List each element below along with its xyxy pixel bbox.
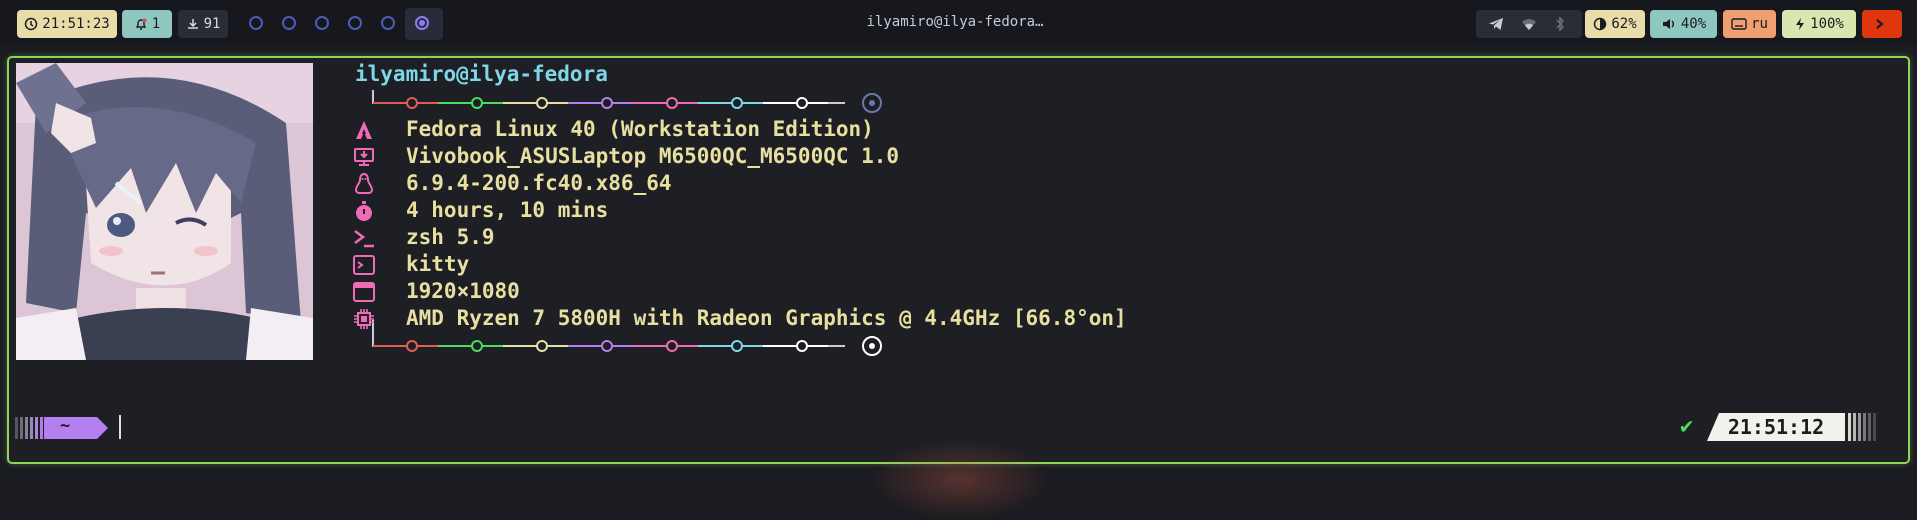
window-title: ilyamiro@ilya-fedora… [866, 14, 1044, 30]
brightness-widget[interactable]: 62% [1585, 10, 1645, 38]
cpu-icon [354, 309, 374, 329]
rail-node [731, 340, 743, 352]
battery-value: 100% [1810, 16, 1844, 32]
top-bar: 21:51:23 1 91 ilyamiro@ilya-fedora… 62% … [0, 0, 1917, 46]
workspace-5[interactable] [381, 16, 395, 30]
wallpaper-glow [870, 440, 1050, 520]
volume-widget[interactable]: 40% [1650, 10, 1717, 38]
cpu-value: AMD Ryzen 7 5800H with Radeon Graphics @… [406, 306, 1127, 330]
brightness-icon [1594, 17, 1607, 31]
telegram-icon[interactable] [1488, 16, 1504, 32]
window-icon [353, 282, 375, 302]
fetch-host: ilyamiro@ilya-fedora [355, 62, 608, 86]
brightness-value: 62% [1611, 16, 1637, 32]
rail-node [731, 97, 743, 109]
shell-value: zsh 5.9 [406, 225, 495, 249]
updates-count: 91 [203, 16, 221, 32]
prompt-time: 21:51:12 [1707, 413, 1845, 441]
stopwatch-icon [356, 201, 372, 221]
status-check-icon: ✔ [1680, 414, 1694, 439]
workspace-2[interactable] [282, 16, 296, 30]
rail-node [536, 340, 548, 352]
avatar-image [16, 63, 313, 360]
rail-node [406, 97, 418, 109]
text-cursor [119, 415, 121, 439]
chevron-right-icon [1876, 19, 1884, 29]
linux-icon [354, 172, 374, 194]
prompt-right-fade [1848, 413, 1876, 441]
bluetooth-icon[interactable] [1554, 16, 1566, 32]
uptime-value: 4 hours, 10 mins [406, 198, 609, 222]
prompt-directory: ~ [60, 416, 71, 436]
power-menu-button[interactable] [1862, 10, 1902, 38]
anime-girl-illustration [16, 63, 313, 360]
rail-node [666, 340, 678, 352]
rail-node [796, 340, 808, 352]
resolution-value: 1920×1080 [406, 279, 520, 303]
battery-widget[interactable]: 100% [1782, 10, 1856, 38]
notifications-widget[interactable]: 1 [122, 10, 172, 38]
workspace-6-active[interactable] [415, 16, 429, 30]
terminal-value: kitty [406, 252, 470, 276]
fedora-icon [356, 121, 372, 139]
updates-widget[interactable]: 91 [178, 10, 228, 38]
clock-widget[interactable]: 21:51:23 [17, 10, 117, 38]
rail-node [471, 97, 483, 109]
rail-node [536, 97, 548, 109]
rail-node [796, 97, 808, 109]
keyboard-icon [1731, 18, 1747, 30]
keyboard-layout-widget[interactable]: ru [1723, 10, 1776, 38]
rail-node [471, 340, 483, 352]
laptop-icon [354, 148, 374, 166]
host-model-value: Vivobook_ASUSLaptop M6500QC_M6500QC 1.0 [406, 144, 900, 168]
terminal-icon [353, 255, 375, 275]
keyboard-layout-value: ru [1751, 16, 1768, 32]
rail-node [601, 340, 613, 352]
download-icon [187, 19, 198, 29]
volume-value: 40% [1680, 16, 1707, 32]
lightning-icon [1796, 18, 1805, 30]
shell-icon [354, 230, 374, 248]
speaker-icon [1662, 19, 1674, 29]
connectivity-widget[interactable] [1476, 10, 1582, 38]
rail-node [406, 340, 418, 352]
workspace-1[interactable] [249, 16, 263, 30]
rail-node [601, 97, 613, 109]
workspace-4[interactable] [348, 16, 362, 30]
clock-text: 21:51:23 [42, 16, 110, 32]
wifi-icon[interactable] [1521, 16, 1537, 32]
workspace-3[interactable] [315, 16, 329, 30]
notification-count: 1 [151, 16, 161, 32]
os-value: Fedora Linux 40 (Workstation Edition) [406, 117, 874, 141]
rail-node [666, 97, 678, 109]
bell-icon [135, 18, 147, 30]
clock-icon [25, 17, 38, 31]
kernel-value: 6.9.4-200.fc40.x86_64 [406, 171, 672, 195]
